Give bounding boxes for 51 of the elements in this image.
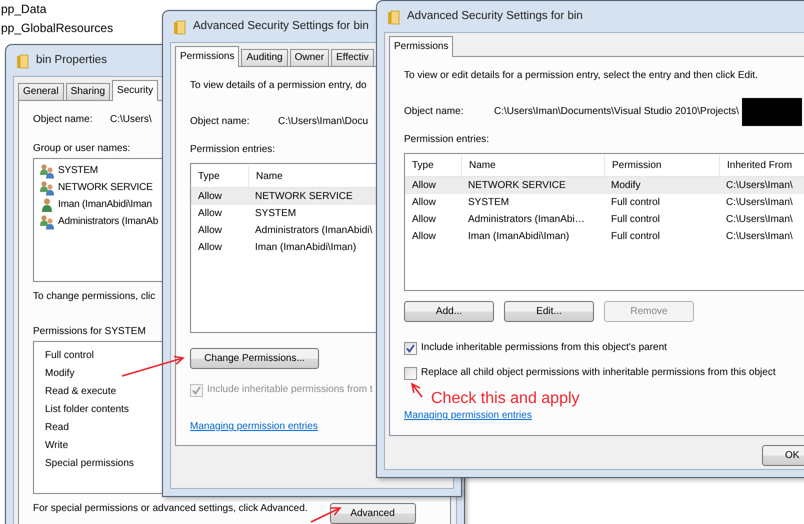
table-cell-text: C:\Users\Iman\	[725, 212, 794, 226]
window-title: Advanced Security Settings for bin	[407, 8, 583, 24]
section-label: Permission entries:	[404, 133, 490, 147]
table-cell-text: Full control	[610, 230, 661, 244]
table-cell-text: Iman (ImanAbidi\Iman)	[467, 230, 570, 244]
section-label: Permissions for SYSTEM	[33, 325, 146, 339]
section-label: Group or user names:	[33, 142, 130, 156]
table-cell-text: Allow	[197, 240, 223, 254]
permission-name: Full control	[45, 349, 94, 363]
table-cell-text: Iman (ImanAbidi\Iman)	[254, 240, 358, 254]
permission-name: Read & execute	[45, 385, 116, 399]
description-text: To view or edit details for a permission entry, select the entry and then click Edit.	[404, 69, 758, 83]
permission-name: Read	[45, 421, 69, 435]
table-cell-text: Full control	[610, 196, 661, 210]
table-cell-text: Full control	[610, 212, 661, 226]
table-cell-text: Allow	[411, 212, 437, 226]
table-cell-text: SYSTEM	[254, 206, 298, 220]
table-cell-text: Allow	[411, 230, 437, 244]
checkbox-label: Include inheritable permissions from this object's parent	[421, 341, 667, 355]
object-name-value: C:\Users\Iman\Documents\Visual Studio 2010\Projects\	[494, 105, 739, 119]
table-cell-text: Allow	[197, 190, 223, 204]
window-title: Advanced Security Settings for bin	[193, 18, 369, 34]
table-cell-text: Allow	[197, 224, 223, 238]
table-cell-text: C:\Users\Iman\	[725, 196, 794, 210]
checkbox-label: Include inheritable permissions from t	[207, 383, 373, 397]
window-title: bin Properties	[36, 52, 107, 68]
permission-name: List folder contents	[45, 403, 129, 417]
table-cell-text: C:\Users\Iman\	[725, 230, 794, 244]
permission-name: Write	[45, 439, 68, 453]
table-cell-text: NETWORK SERVICE	[467, 178, 567, 192]
object-name-value: C:\Users\	[110, 113, 152, 127]
dialog-button: Remove	[604, 301, 694, 322]
table-cell-text: Administrators (ImanAbidi\	[254, 224, 374, 238]
description-text: To view details of a permission entry, do	[190, 79, 367, 93]
table-cell-text: SYSTEM	[467, 196, 510, 210]
checkbox-label: Replace all child object permissions with inheritable permissions from this object	[421, 366, 776, 380]
section-label: Permission entries:	[190, 143, 276, 157]
field-label: Object name:	[190, 115, 250, 129]
hint-text: To change permissions, clic	[33, 290, 156, 304]
field-label: Object name:	[33, 113, 94, 127]
object-name-value: C:\Users\Iman\Docu	[278, 115, 368, 129]
permission-name: Special permissions	[45, 457, 134, 471]
permission-name: Modify	[45, 367, 74, 381]
table-cell-text: Allow	[197, 206, 223, 220]
hint-text: For special permissions or advanced settings, click Advanced.	[33, 502, 308, 516]
table-cell-text: C:\Users\Iman\	[725, 178, 794, 192]
table-cell-text: Administrators (ImanAbi…	[467, 212, 586, 226]
field-label: Object name:	[404, 105, 464, 119]
table-cell-text: Modify	[610, 178, 642, 192]
annotation-text: Check this and apply	[431, 389, 580, 409]
table-cell-text: NETWORK SERVICE	[254, 190, 354, 204]
